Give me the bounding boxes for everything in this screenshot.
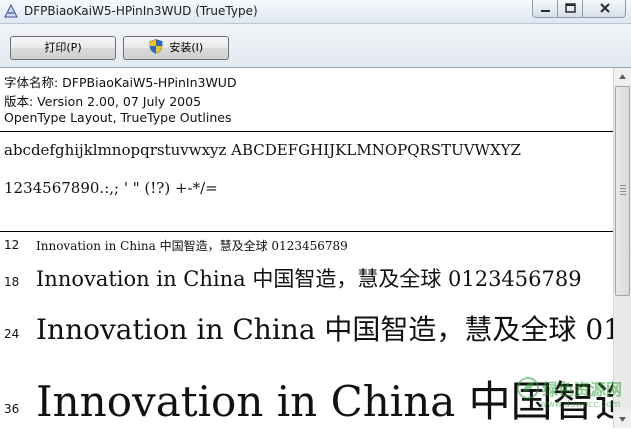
maximize-icon [565,3,576,13]
grip-line [620,188,626,189]
sample-row-12: 12 Innovation in China 中国智造，慧及全球 0123456… [0,234,613,258]
sample-size-label: 24 [4,327,20,341]
close-icon [600,3,610,13]
grip-line [620,185,626,186]
maximize-button[interactable] [557,0,583,18]
font-version-line: 版本: Version 2.00, 07 July 2005 [4,94,202,109]
charset-digits-symbols: 1234567890.:,; ' " (!?) +-*/= [4,179,218,197]
uac-shield-icon [149,39,163,54]
scroll-up-button[interactable] [614,68,631,85]
minimize-icon [541,10,550,12]
grip-line [620,194,626,195]
font-type-line: OpenType Layout, TrueType Outlines [4,110,232,125]
leaf-logo-icon [517,377,539,399]
sample-size-label: 18 [4,275,20,289]
install-button[interactable]: 安装(I) [123,36,229,60]
sample-text: Innovation in China 中国智造，慧及全球 0123456789 [36,313,613,346]
scroll-up-icon [619,74,626,79]
close-button[interactable] [582,0,626,18]
scrollbar-thumb[interactable] [615,86,630,296]
sample-row-18: 18 Innovation in China 中国智造，慧及全球 0123456… [0,260,613,300]
sample-size-label: 12 [4,238,20,252]
info-divider [0,131,613,132]
toolbar: 打印(P) 安装(I) [0,24,631,68]
sample-text: Innovation in China 中国智造，慧及全球 0123456789 [36,267,582,291]
charset-divider [0,231,613,232]
font-name-line: 字体名称: DFPBiaoKaiW5-HPinIn3WUD [4,75,237,90]
watermark-main-text: 绿色资源网 [542,380,623,399]
print-button[interactable]: 打印(P) [10,36,116,60]
scroll-down-icon [619,417,626,422]
charset-letters: abcdefghijklmnopqrstuvwxyz ABCDEFGHIJKLM… [4,141,521,159]
minimize-button[interactable] [532,0,558,18]
sample-text: Innovation in China 中国智造，慧及全球 0123456789 [36,239,348,253]
font-viewer-icon [4,3,18,18]
watermark: 绿色资源网 www.downcc.com [516,372,622,418]
title-bar: DFPBiaoKaiW5-HPinIn3WUD (TrueType) [0,0,631,24]
window-title: DFPBiaoKaiW5-HPinIn3WUD (TrueType) [24,4,258,18]
install-button-label: 安装(I) [169,41,204,54]
scroll-down-button[interactable] [614,411,631,428]
sample-row-24: 24 Innovation in China 中国智造，慧及全球 0123456… [0,302,613,360]
watermark-url: www.downcc.com [540,400,621,410]
sample-size-label: 36 [4,402,20,416]
grip-line [620,191,626,192]
print-button-label: 打印(P) [44,41,82,54]
